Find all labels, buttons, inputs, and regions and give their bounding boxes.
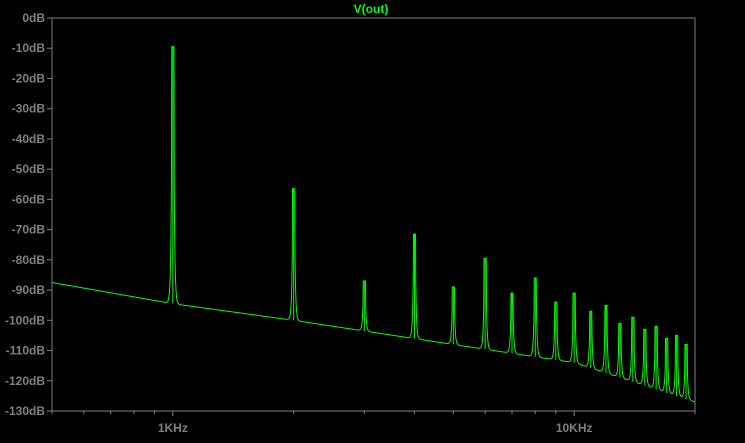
y-tick-label: -70dB bbox=[12, 223, 46, 237]
y-tick-label: -40dB bbox=[12, 132, 46, 146]
plot-frame bbox=[51, 17, 696, 412]
y-tick-label: -30dB bbox=[12, 102, 46, 116]
chart-title: V(out) bbox=[354, 2, 389, 16]
y-tick-label: -20dB bbox=[12, 71, 46, 85]
y-tick-label: 0dB bbox=[22, 11, 45, 25]
spectrum-plot: V(out) 0dB -10dB -20dB -30dB -40dB -50dB -60dB… bbox=[0, 0, 745, 438]
y-tick-label: -60dB bbox=[12, 192, 46, 206]
x-tick-label: 1KHz bbox=[158, 421, 188, 435]
y-tick-label: -10dB bbox=[12, 41, 46, 55]
chart-svg: V(out) 0dB -10dB -20dB -30dB -40dB -50dB -60dB… bbox=[5, 2, 696, 435]
y-tick-label: -110dB bbox=[6, 344, 46, 358]
y-tick-label: -100dB bbox=[5, 313, 45, 327]
y-tick-label: -50dB bbox=[12, 162, 46, 176]
y-tick-label: -120dB bbox=[5, 374, 45, 388]
x-tick-label: 10KHz bbox=[556, 421, 593, 435]
traces bbox=[51, 46, 696, 403]
y-tick-label: -90dB bbox=[12, 283, 46, 297]
trace-line bbox=[51, 46, 696, 403]
x-axis: 1KHz 10KHz bbox=[51, 411, 696, 435]
y-axis: 0dB -10dB -20dB -30dB -40dB -50dB -60dB -70dB -8… bbox=[5, 11, 52, 418]
y-tick-label: -80dB bbox=[12, 253, 46, 267]
y-tick-label: -130dB bbox=[5, 404, 45, 418]
